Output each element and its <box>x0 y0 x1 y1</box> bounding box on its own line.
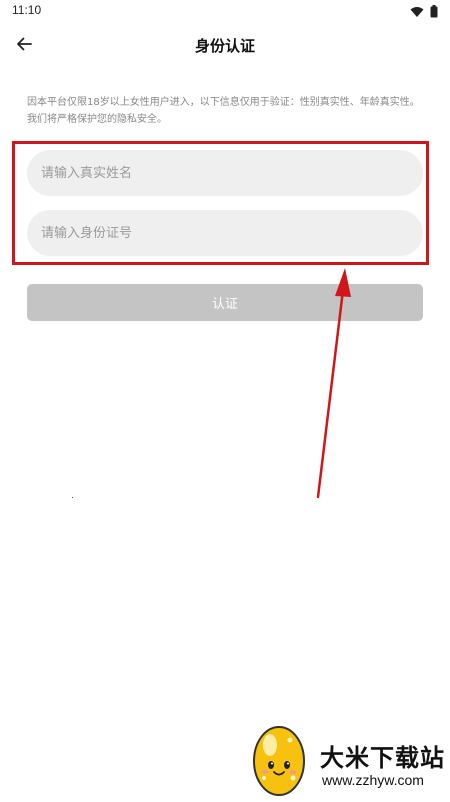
watermark-url: www.zzhyw.com <box>322 772 424 788</box>
status-icons <box>410 3 438 22</box>
stray-dot <box>72 497 73 498</box>
verification-notice: 因本平台仅限18岁以上女性用户进入，以下信息仅用于验证：性别真实性、年龄真实性。… <box>27 97 420 125</box>
watermark-title: 大米下载站 <box>320 744 445 772</box>
page-title: 身份认证 <box>194 37 255 55</box>
status-time: 11:10 <box>12 3 42 17</box>
wifi-icon <box>410 3 424 22</box>
watermark: 大米下载站 www.zzhyw.com <box>244 718 450 800</box>
header: 身份认证 <box>0 24 450 68</box>
battery-icon <box>430 3 438 22</box>
real-name-input[interactable] <box>27 150 423 196</box>
status-bar: 11:10 <box>0 0 450 22</box>
id-number-input[interactable] <box>27 210 423 256</box>
verify-button[interactable]: 认证 <box>27 284 423 321</box>
rice-mascot-icon <box>248 720 310 802</box>
